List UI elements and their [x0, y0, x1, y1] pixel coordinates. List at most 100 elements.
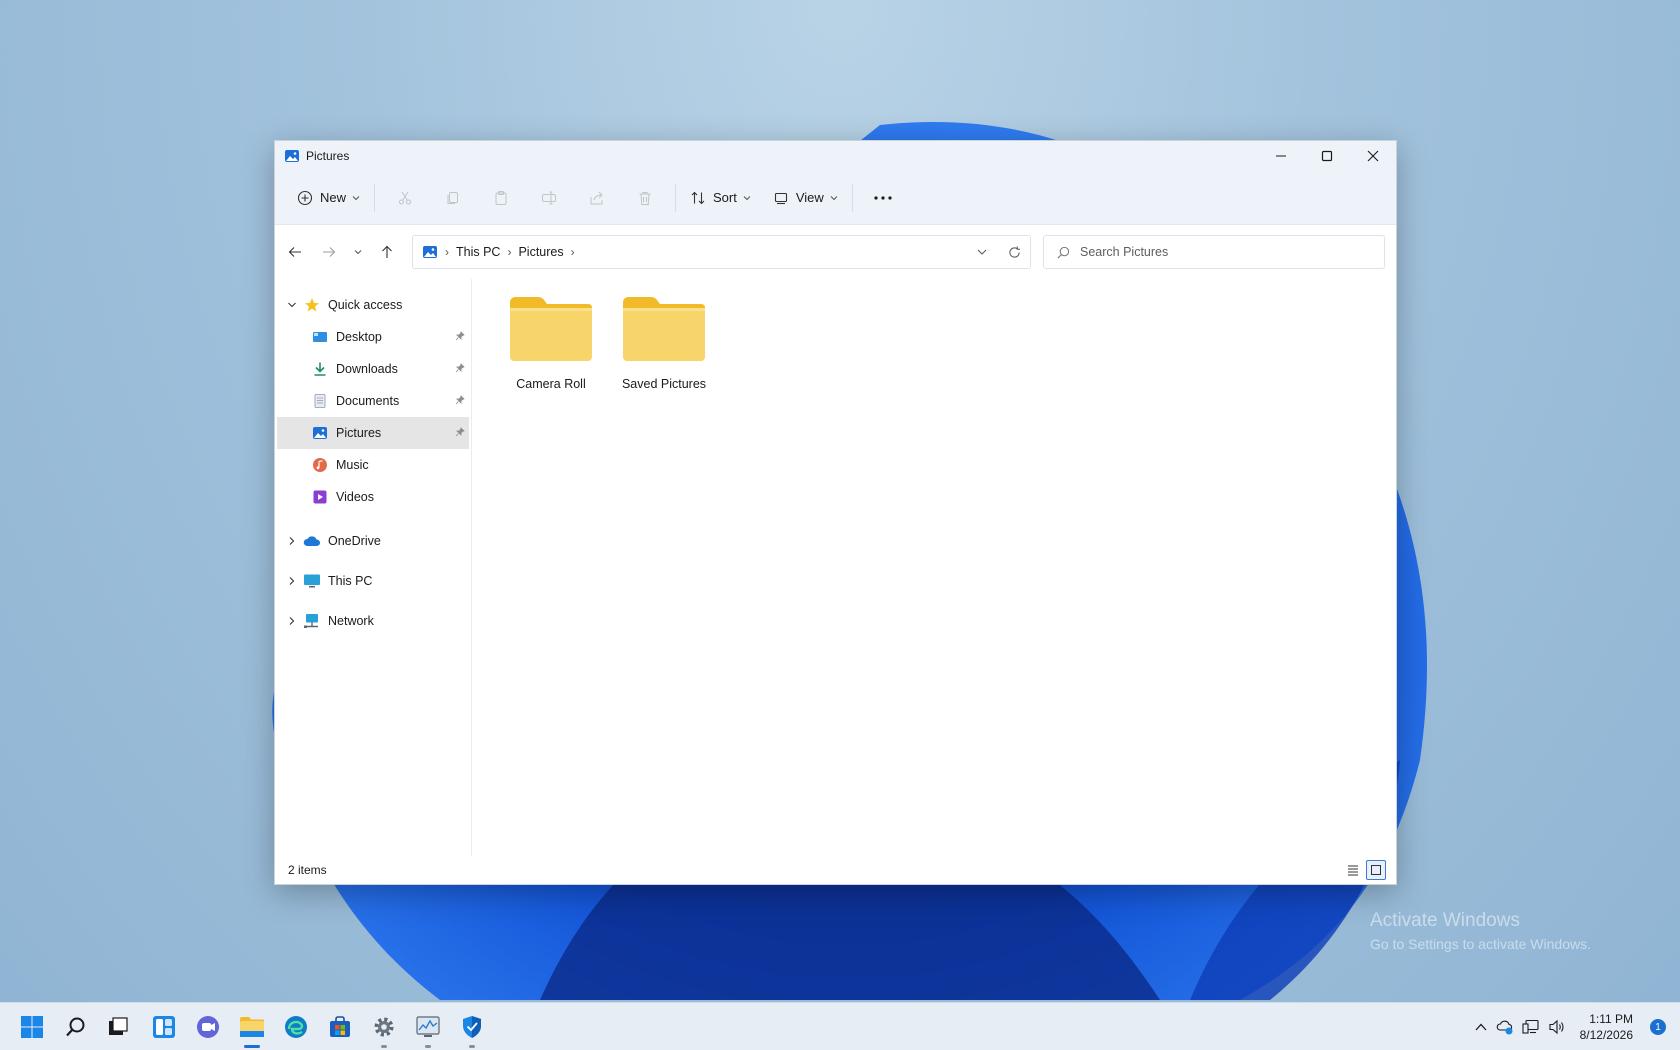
folder-name: Camera Roll	[516, 377, 586, 391]
command-separator	[374, 183, 376, 212]
maximize-button[interactable]	[1304, 141, 1350, 171]
widgets-button[interactable]	[144, 1003, 184, 1050]
expand-chevron-icon[interactable]	[281, 536, 303, 546]
taskbar: 1:11 PM 8/12/2026 1	[0, 1002, 1680, 1050]
breadcrumb-pictures[interactable]: Pictures	[518, 245, 563, 259]
store-button[interactable]	[320, 1003, 360, 1050]
forward-button[interactable]	[312, 235, 346, 269]
resource-monitor-button[interactable]	[408, 1003, 448, 1050]
nav-this-pc[interactable]: This PC	[275, 561, 471, 601]
system-tray	[1470, 1003, 1570, 1050]
item-count: 2 items	[288, 863, 327, 877]
network-tray-button[interactable]	[1518, 1019, 1544, 1035]
notification-badge[interactable]: 1	[1650, 1019, 1666, 1035]
nav-onedrive[interactable]: OneDrive	[275, 521, 471, 561]
see-more-button[interactable]	[859, 181, 907, 215]
store-icon	[330, 1016, 350, 1037]
clipboard-icon	[495, 190, 507, 205]
nav-videos[interactable]: Videos	[275, 481, 471, 513]
pictures-icon	[423, 246, 437, 258]
star-icon	[303, 296, 321, 314]
nav-label: Network	[328, 614, 374, 628]
pictures-icon	[285, 150, 299, 162]
volume-tray-button[interactable]	[1544, 1019, 1570, 1035]
search-button[interactable]	[56, 1003, 96, 1050]
list-icon	[1348, 865, 1358, 876]
large-icons-view-button[interactable]	[1366, 860, 1386, 880]
start-button[interactable]	[12, 1003, 52, 1050]
view-icon	[774, 192, 787, 204]
nav-desktop[interactable]: Desktop	[275, 321, 471, 353]
clock-time: 1:11 PM	[1589, 1012, 1633, 1026]
title-bar[interactable]: Pictures	[275, 141, 1396, 171]
folder-item[interactable]: Saved Pictures	[609, 295, 719, 391]
pin-icon[interactable]	[455, 362, 465, 376]
expand-chevron-icon[interactable]	[281, 576, 303, 586]
desktop-icon	[311, 328, 329, 346]
chevron-down-icon	[830, 195, 838, 200]
paste-button[interactable]	[477, 181, 525, 215]
edge-button[interactable]	[276, 1003, 316, 1050]
edge-icon	[285, 1016, 307, 1038]
refresh-button[interactable]	[998, 235, 1030, 269]
view-toggles	[1343, 860, 1386, 880]
cut-button[interactable]	[381, 181, 429, 215]
file-explorer-button[interactable]	[232, 1003, 272, 1050]
nav-quick-access[interactable]: Quick access	[275, 289, 471, 321]
clock[interactable]: 1:11 PM 8/12/2026	[1580, 1011, 1633, 1043]
nav-label: OneDrive	[328, 534, 381, 548]
nav-music[interactable]: Music	[275, 449, 471, 481]
sort-label: Sort	[713, 190, 737, 205]
details-view-button[interactable]	[1343, 860, 1363, 880]
nav-pictures[interactable]: Pictures	[277, 417, 469, 449]
recent-locations-button[interactable]	[346, 235, 370, 269]
pictures-icon	[311, 424, 329, 442]
task-view-button[interactable]	[98, 1003, 138, 1050]
minimize-button[interactable]	[1258, 141, 1304, 171]
chevron-down-icon	[977, 249, 987, 255]
search-icon	[66, 1017, 85, 1037]
address-history-button[interactable]	[966, 235, 998, 269]
copy-button[interactable]	[429, 181, 477, 215]
shield-icon	[463, 1016, 481, 1038]
nav-documents[interactable]: Documents	[275, 385, 471, 417]
new-label: New	[320, 190, 347, 205]
onedrive-tray-button[interactable]	[1492, 1019, 1518, 1035]
view-button[interactable]: View	[765, 181, 846, 215]
new-button[interactable]: New	[289, 181, 368, 215]
clock-date: 8/12/2026	[1579, 1028, 1633, 1042]
address-bar[interactable]: › This PC › Pictures ›	[412, 235, 1031, 269]
delete-button[interactable]	[621, 181, 669, 215]
close-button[interactable]	[1350, 141, 1396, 171]
breadcrumb-this-pc[interactable]: This PC	[456, 245, 500, 259]
nav-label: Videos	[336, 490, 374, 504]
sort-button[interactable]: Sort	[682, 181, 759, 215]
nav-downloads[interactable]: Downloads	[275, 353, 471, 385]
settings-button[interactable]	[364, 1003, 404, 1050]
folder-item[interactable]: Camera Roll	[496, 295, 606, 391]
nav-label: Desktop	[336, 330, 382, 344]
pin-icon[interactable]	[455, 394, 465, 408]
back-button[interactable]	[278, 235, 312, 269]
command-separator	[675, 183, 677, 212]
running-app-indicator	[381, 1045, 387, 1048]
address-actions	[966, 236, 1030, 268]
speaker-icon	[1549, 1019, 1564, 1035]
activation-watermark: Activate Windows Go to Settings to activ…	[1370, 910, 1591, 952]
up-button[interactable]	[370, 235, 404, 269]
search-placeholder: Search Pictures	[1080, 245, 1169, 259]
breadcrumb-chevron-icon: ›	[445, 245, 449, 259]
pin-icon[interactable]	[455, 426, 465, 440]
nav-network[interactable]: Network	[275, 601, 471, 641]
expand-chevron-icon[interactable]	[281, 300, 303, 310]
defender-button[interactable]	[452, 1003, 492, 1050]
running-app-indicator	[425, 1045, 431, 1048]
rename-button[interactable]	[525, 181, 573, 215]
expand-chevron-icon[interactable]	[281, 616, 303, 626]
show-hidden-icons-button[interactable]	[1470, 1022, 1492, 1032]
share-button[interactable]	[573, 181, 621, 215]
pin-icon[interactable]	[455, 330, 465, 344]
chat-button[interactable]	[188, 1003, 228, 1050]
cloud-icon	[303, 532, 321, 550]
search-input[interactable]: Search Pictures	[1043, 235, 1385, 269]
